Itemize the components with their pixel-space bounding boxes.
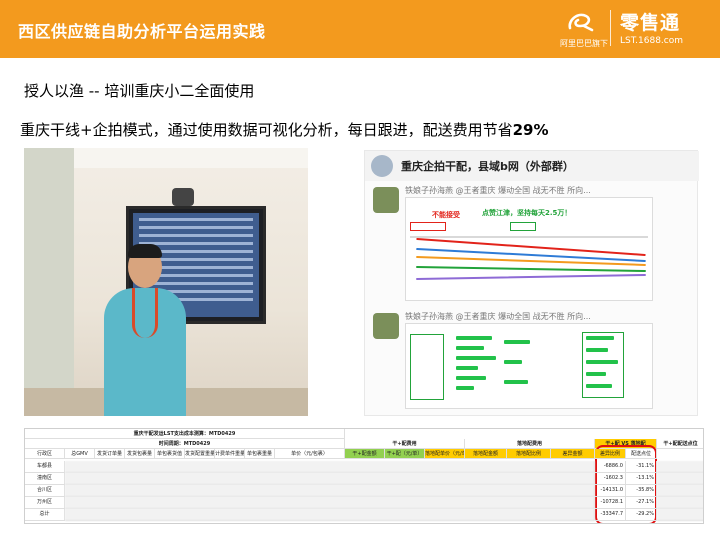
message-sender: 铁娘子孙海燕 @王者重庆 爆动全国 战无不胜 所向... (405, 312, 591, 321)
chat-title: 重庆企拍干配，县域b网（外部群） (401, 160, 574, 173)
header-bar: 西区供应链自助分析平台运用实践 阿里巴巴旗下 零售通 LST.1688.com (0, 0, 720, 58)
logo: 阿里巴巴旗下 零售通 LST.1688.com (560, 6, 706, 52)
redacted-cells (657, 497, 703, 509)
redacted-cells (65, 509, 595, 521)
column-header: 落地配单价（元/单） (425, 449, 465, 459)
logo-url: LST.1688.com (620, 36, 684, 46)
statement-highlight: 29% (512, 121, 549, 139)
green-box (510, 222, 536, 231)
slide-title: 西区供应链自助分析平台运用实践 (18, 22, 266, 41)
table-title: 重庆干配发运LST支出成本测算：MTD0429 (25, 429, 345, 439)
logo-brand: 零售通 (620, 12, 681, 34)
column-header: 落地配金额 (465, 449, 507, 459)
column-header: 干+配金额 (345, 449, 385, 459)
column-header: 单包裹重量 (245, 449, 275, 459)
camera-icon (172, 188, 194, 206)
column-header: 行政区 (25, 449, 65, 459)
column-header: 干+配（元/单） (385, 449, 425, 459)
redacted-cells (657, 461, 703, 473)
row-label: 万州区 (25, 497, 65, 509)
row-label: 车都县 (25, 461, 65, 473)
column-header: 差异金额 (551, 449, 595, 459)
redacted-cells (65, 461, 595, 473)
statement: 重庆干线+企拍模式，通过使用数据可视化分析，每日跟进，配送费用节省29% (20, 119, 548, 140)
photo-wall (24, 148, 74, 416)
column-header: 发货包裹量 (125, 449, 155, 459)
statement-text: 重庆干线+企拍模式，通过使用数据可视化分析，每日跟进，配送费用节省 (20, 121, 513, 139)
diff-percent: -13.1% (626, 473, 657, 485)
training-photo (24, 148, 308, 416)
callout-red: 不能接受 (432, 211, 460, 219)
redacted-cells (657, 485, 703, 497)
row-label: 总计 (25, 509, 65, 521)
redacted-cells (65, 497, 595, 509)
column-header: 发货订单量 (95, 449, 125, 459)
row-label: 潼南区 (25, 473, 65, 485)
group-header: 落地配费用 (465, 439, 595, 449)
diff-percent: -31.1% (626, 461, 657, 473)
diff-amount: -10728.1 (595, 497, 626, 509)
column-header: 差异比例 (595, 449, 626, 459)
group-avatar-icon (371, 155, 393, 177)
red-box (410, 222, 446, 231)
green-box (410, 334, 444, 400)
message-table-image (405, 323, 653, 409)
logo-tagline: 阿里巴巴旗下 (560, 39, 608, 48)
diff-amount: -6886.0 (595, 461, 626, 473)
column-header: 单价（元/包裹） (275, 449, 345, 459)
chat-header: 重庆企拍干配，县域b网（外部群） (365, 151, 699, 181)
diff-percent: -27.1% (626, 497, 657, 509)
redacted-cells (65, 473, 595, 485)
row-label: 合川区 (25, 485, 65, 497)
message-sender: 铁娘子孙海燕 @王者重庆 爆动全国 战无不胜 所向... (405, 186, 591, 195)
redacted-cells (657, 473, 703, 485)
subtitle: 授人以渔 -- 培训重庆小二全面使用 (24, 82, 255, 100)
presenter-hair (128, 244, 162, 258)
redacted-cells (657, 509, 703, 521)
diff-amount: -14131.0 (595, 485, 626, 497)
user-avatar-icon (373, 187, 399, 213)
chat-screenshot: 重庆企拍干配，县域b网（外部群） 铁娘子孙海燕 @王者重庆 爆动全国 战无不胜 … (364, 150, 699, 416)
diff-amount: -1602.3 (595, 473, 626, 485)
column-header: 落地配比例 (507, 449, 551, 459)
column-header: 计费单件重量 (215, 449, 245, 459)
lanyard (132, 288, 158, 338)
green-box (582, 332, 624, 398)
logo-divider (610, 10, 611, 46)
column-header: 配送点位 (626, 449, 657, 459)
diff-amount: -33347.7 (595, 509, 626, 521)
diff-percent: -29.2% (626, 509, 657, 521)
cost-table: 重庆干配发运LST支出成本测算：MTD0429 时间周期：MTD0429 干+配… (24, 428, 704, 524)
alibaba-logo-icon (568, 13, 594, 32)
diff-percent: -35.8% (626, 485, 657, 497)
user-avatar-icon (373, 313, 399, 339)
column-header: 单包裹货值 (155, 449, 185, 459)
column-header: 发货配置重量 (185, 449, 215, 459)
callout-green: 点赞江津，坚持每天2.5万！ (482, 209, 572, 217)
column-header: 总GMV (65, 449, 95, 459)
message-chart-image: 不能接受 点赞江津，坚持每天2.5万！ (405, 197, 653, 301)
table-period: 时间周期：MTD0429 (25, 439, 345, 449)
group-header: 干+配配送点位 (657, 439, 703, 449)
group-header: 干+配费用 (345, 439, 465, 449)
redacted-cells (65, 485, 595, 497)
